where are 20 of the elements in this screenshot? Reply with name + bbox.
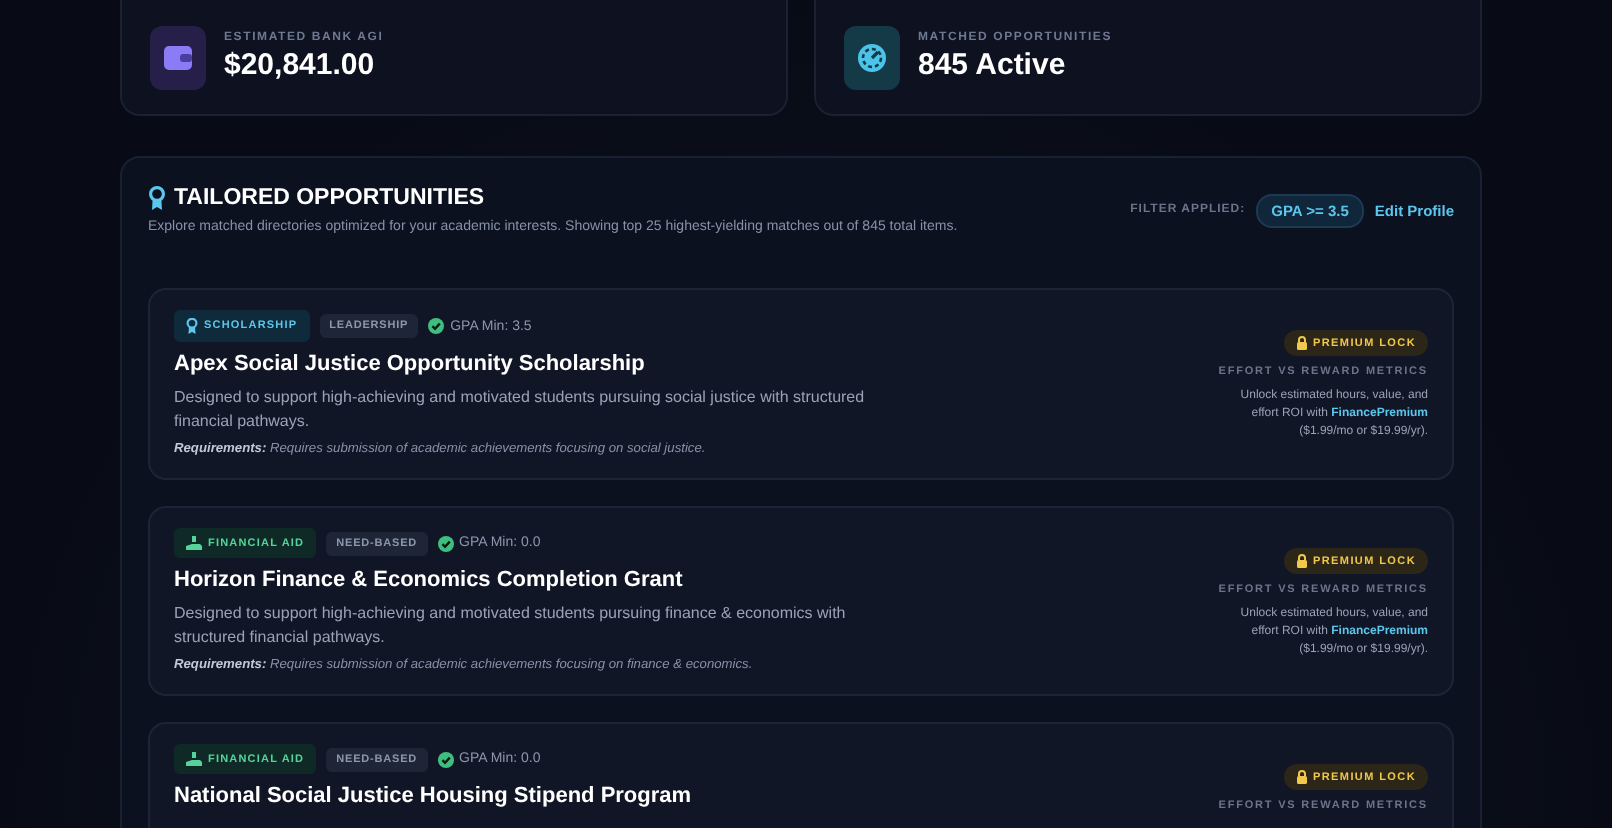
- gauge-icon: [856, 41, 888, 73]
- opportunity-title: National Social Justice Housing Stipend Program: [174, 784, 692, 808]
- check-icon: [437, 751, 454, 767]
- opportunity-description: Designed to support high-achieving and motivated students pursuing finance & economics with structured financial pathways.: [174, 602, 848, 650]
- section-title: TAILORED OPPORTUNITIES: [174, 186, 485, 210]
- hand-icon: [186, 752, 202, 766]
- stat-value: 845 Active: [918, 48, 1068, 82]
- ribbon-icon: [148, 186, 166, 210]
- lock-icon: [1295, 554, 1308, 568]
- check-icon: [428, 318, 445, 334]
- wallet-icon: [164, 45, 192, 69]
- lock-icon: [1295, 336, 1308, 350]
- hand-icon: [186, 536, 202, 550]
- ribbon-icon: [186, 318, 198, 334]
- opportunity-title: Apex Social Justice Opportunity Scholarship: [174, 352, 647, 376]
- stat-value: $20,841.00: [224, 48, 377, 82]
- lock-icon: [1295, 770, 1308, 784]
- check-icon: [437, 535, 454, 551]
- opportunity-description: Designed to support high-achieving and motivated students pursuing social justice with structured financial pathways.: [174, 386, 867, 434]
- opportunity-title: Horizon Finance & Economics Completion Grant: [174, 568, 685, 592]
